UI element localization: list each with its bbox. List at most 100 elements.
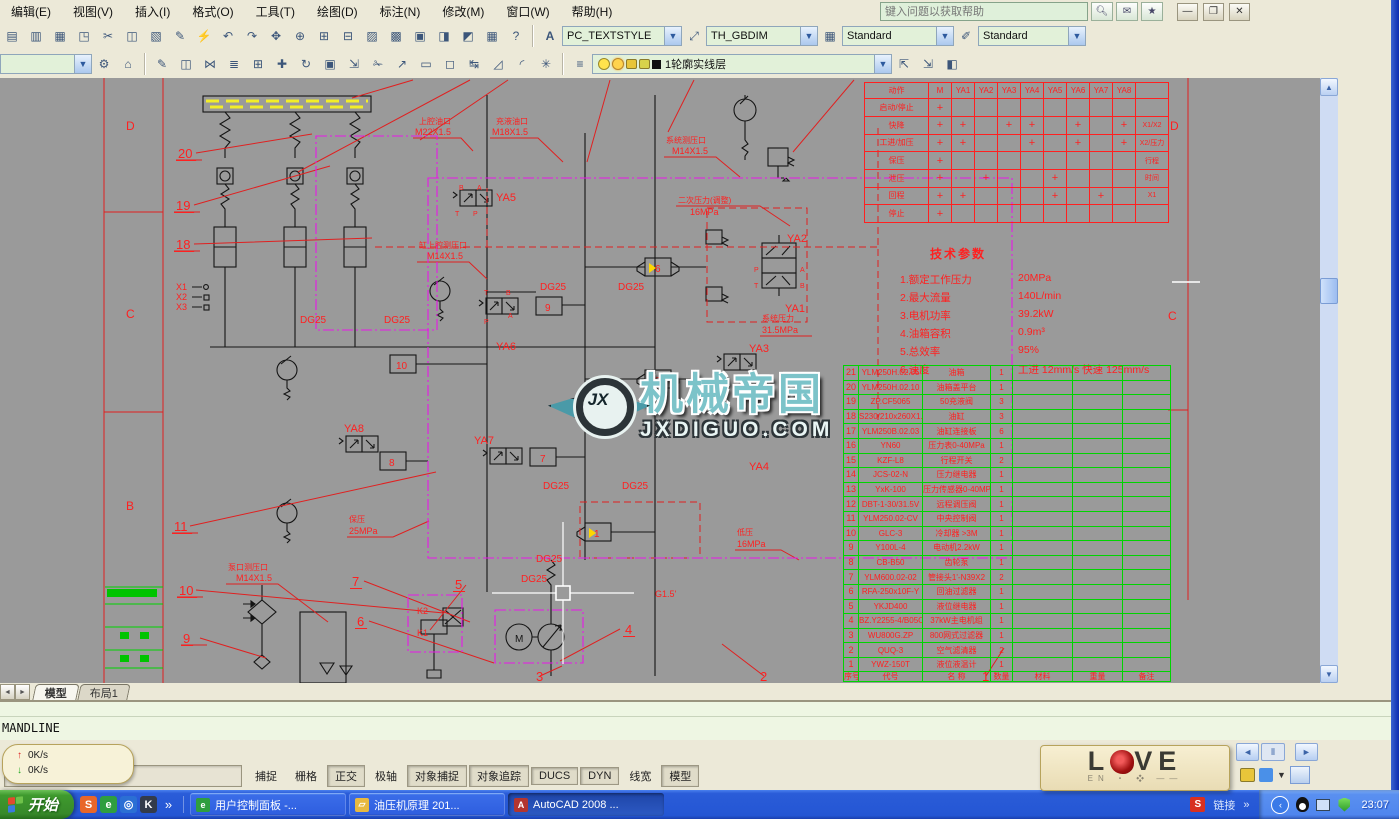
vertical-scrollbar[interactable]: ▲ ▼ [1320,78,1338,683]
hide-icons-chevron[interactable]: ‹ [1271,796,1289,814]
dim-style-icon[interactable]: ⤢ [683,25,705,47]
menu-item[interactable]: 绘图(D) [306,1,369,22]
menu-item[interactable]: 编辑(E) [0,1,62,22]
close-button[interactable]: ✕ [1229,3,1250,21]
make-object-layer-current-icon[interactable]: ⇱ [893,53,915,75]
command-scrollbar[interactable]: ◄ ⫴ ► [1236,743,1318,761]
menu-item[interactable]: 格式(O) [181,1,244,22]
comm-center-icon[interactable]: ✉︎ [1116,2,1138,21]
array-icon[interactable]: ⊞ [247,53,269,75]
menu-item[interactable]: 标注(N) [369,1,432,22]
mleader-style-combo[interactable]: Standard▼ [978,26,1086,46]
text-style-icon[interactable]: A [539,25,561,47]
redo-icon[interactable]: ↷ [241,25,263,47]
move-icon[interactable]: ✚ [271,53,293,75]
copy-icon[interactable]: ◫ [175,53,197,75]
sheetset-icon[interactable]: ◨ [433,25,455,47]
break-icon[interactable]: ◻ [439,53,461,75]
chevron-down-icon[interactable]: ▼ [936,27,953,45]
help-search-input[interactable] [880,2,1088,21]
scroll-left-icon[interactable]: ◄ [1236,743,1259,761]
status-toggle-极轴[interactable]: 极轴 [367,765,405,787]
menu-item[interactable]: 帮助(H) [561,1,624,22]
extend-icon[interactable]: ↗ [391,53,413,75]
tab-nav-left-icon[interactable]: ◄ [0,684,15,700]
status-toggle-正交[interactable]: 正交 [327,765,365,787]
command-input[interactable]: MANDLINE [0,717,1391,739]
scroll-down-icon[interactable]: ▼ [1320,665,1338,683]
scroll-right-icon[interactable]: ► [1295,743,1318,761]
sun-icon[interactable] [612,58,624,70]
chevron-down-icon[interactable]: ▼ [874,55,891,73]
network-status-icon[interactable] [1315,797,1331,813]
drawing-canvas[interactable]: 20191811109765432110965781YA5YA6YA2YA1YA… [0,78,1320,683]
scale-icon[interactable]: ▣ [319,53,341,75]
start-button[interactable]: 开始 [0,790,74,819]
status-toggle-捕捉[interactable]: 捕捉 [247,765,285,787]
status-toggle-DYN[interactable]: DYN [580,767,619,785]
help-icon[interactable]: ? [505,25,527,47]
menu-item[interactable]: 视图(V) [62,1,124,22]
chamfer-icon[interactable]: ◿ [487,53,509,75]
mirror-icon[interactable]: ⋈ [199,53,221,75]
antivirus-shield-icon[interactable] [1336,797,1352,813]
tab-layout1[interactable]: 布局1 [77,684,131,700]
zoom-realtime-icon[interactable]: ⊕ [289,25,311,47]
status-toggle-栅格[interactable]: 栅格 [287,765,325,787]
preview-icon[interactable]: ▥ [25,25,47,47]
annotation-visibility-icon[interactable] [1259,768,1273,782]
toolbar-lock-icon[interactable] [1240,768,1255,782]
task-button[interactable]: e用户控制面板 -... [190,793,346,816]
calculator-icon[interactable]: ▦ [481,25,503,47]
markup-icon[interactable]: ◩ [457,25,479,47]
favorites-star-icon[interactable]: ★ [1141,2,1163,21]
status-toggle-模型[interactable]: 模型 [661,765,699,787]
task-button[interactable]: AAutoCAD 2008 ... [508,793,664,816]
toolpalettes-icon[interactable]: ▣ [409,25,431,47]
offset-icon[interactable]: ≣ [223,53,245,75]
fillet-icon[interactable]: ◜ [511,53,533,75]
bulb-icon[interactable] [598,58,610,70]
status-toggle-线宽[interactable]: 线宽 [621,765,659,787]
chevron-down-icon[interactable]: ▼ [1068,27,1085,45]
overflow-chevron[interactable]: » [160,796,177,813]
zoom-window-icon[interactable]: ⊞ [313,25,335,47]
links-chevron-icon[interactable]: » [1243,799,1249,811]
home-icon[interactable]: ⌂ [117,53,139,75]
clean-screen-icon[interactable] [1290,766,1310,784]
status-toggle-DUCS[interactable]: DUCS [531,767,578,785]
rotate-icon[interactable]: ↻ [295,53,317,75]
k-player-icon[interactable]: K [140,796,157,813]
cut-icon[interactable]: ✂ [97,25,119,47]
designcenter-icon[interactable]: ▩ [385,25,407,47]
copy-clip-icon[interactable]: ◫ [121,25,143,47]
block-editor-icon[interactable]: ⚡ [193,25,215,47]
table-style-icon[interactable]: ▦ [819,25,841,47]
scroll-up-icon[interactable]: ▲ [1320,78,1338,96]
taskbar-clock[interactable]: 23:07 [1361,799,1389,811]
text-style-combo[interactable]: PC_TEXTSTYLE▼ [562,26,682,46]
dwf-icon[interactable]: ◳ [73,25,95,47]
plot-lock-icon[interactable] [639,59,650,69]
zoom-previous-icon[interactable]: ⊟ [337,25,359,47]
chevron-down-icon[interactable]: ▼ [800,27,817,45]
tab-model[interactable]: 模型 [32,684,79,700]
dim-style-combo[interactable]: TH_GBDIM▼ [706,26,818,46]
scroll-thumb[interactable]: ⫴ [1261,743,1284,761]
search-icon[interactable]: 🔍︎ [1091,2,1113,21]
lock-icon[interactable] [626,59,637,69]
layer-states-icon[interactable]: ◧ [941,53,963,75]
join-icon[interactable]: ↹ [463,53,485,75]
chevron-down-icon[interactable]: ▼ [74,55,91,73]
chevron-down-icon[interactable]: ▼ [1277,770,1286,780]
menu-item[interactable]: 工具(T) [245,1,306,22]
undo-icon[interactable]: ↶ [217,25,239,47]
mleader-style-icon[interactable]: ✐ [955,25,977,47]
links-toolbar-label[interactable]: 链接 [1213,797,1235,813]
table-style-combo[interactable]: Standard▼ [842,26,954,46]
minimize-button[interactable]: — [1177,3,1198,21]
publish-icon[interactable]: ▦ [49,25,71,47]
status-toggle-对象捕捉[interactable]: 对象捕捉 [407,765,467,787]
status-toggle-对象追踪[interactable]: 对象追踪 [469,765,529,787]
qq-penguin-icon[interactable] [1294,797,1310,813]
